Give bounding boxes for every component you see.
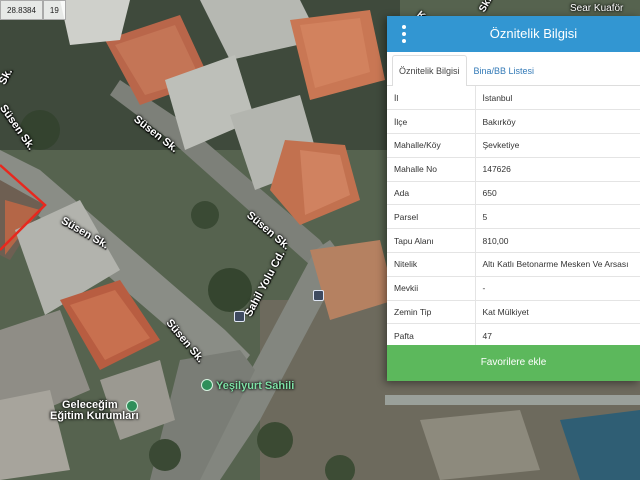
bus-stop-icon[interactable]	[234, 311, 245, 322]
poi-shop-label[interactable]: Sear Kuaför	[570, 3, 623, 14]
poi-beach-label[interactable]: Yeşilyurt Sahili	[216, 380, 294, 392]
bus-stop-icon[interactable]	[313, 290, 324, 301]
attribute-value: -	[475, 275, 640, 301]
table-row: Tapu Alanı 810,00	[387, 228, 640, 253]
attribute-value: Kat Mülkiyet	[475, 299, 640, 324]
attribute-value: 5	[475, 204, 640, 229]
table-row: İlçe Bakırköy	[387, 109, 640, 134]
attribute-value: 650	[475, 180, 640, 205]
table-row: Parsel 5	[387, 204, 640, 229]
zoom-value: 19	[42, 0, 66, 20]
poi-school-label-line2[interactable]: Eğitim Kurumları	[50, 410, 139, 422]
panel-title: Öznitelik Bilgisi	[489, 26, 578, 41]
panel-tabs: Öznitelik Bilgisi Bina/BB Listesi	[387, 52, 640, 86]
longitude-value: 28.8384	[0, 0, 43, 20]
coordinate-readout: 28.8384 19	[0, 0, 66, 20]
attribute-key: Mahalle/Köy	[387, 133, 476, 158]
attribute-key: Mevkii	[387, 275, 476, 301]
attribute-table: İl İstanbul İlçe Bakırköy Mahalle/Köy Şevke…	[387, 86, 640, 348]
table-row: Mahalle/Köy Şevketiye	[387, 133, 640, 158]
attribute-value: 810,00	[475, 228, 640, 253]
attribute-key: Zemin Tip	[387, 299, 476, 324]
attribute-panel: Öznitelik Bilgisi Öznitelik Bilgisi Bina…	[387, 16, 640, 381]
beach-pin-icon[interactable]	[201, 379, 213, 391]
table-row: Mahalle No 147626	[387, 156, 640, 182]
attribute-key: Tapu Alanı	[387, 228, 476, 253]
attribute-key: Ada	[387, 180, 476, 205]
table-row: Zemin Tip Kat Mülkiyet	[387, 299, 640, 324]
table-row: Mevkii -	[387, 275, 640, 301]
tab-attribute-info[interactable]: Öznitelik Bilgisi	[392, 55, 467, 86]
attribute-value: Şevketiye	[475, 133, 640, 158]
attribute-value: 147626	[475, 156, 640, 182]
attribute-key: İl	[387, 86, 476, 110]
attribute-value: Bakırköy	[475, 109, 640, 134]
kebab-menu-icon[interactable]	[399, 25, 409, 43]
table-row: Nitelik Altı Katlı Betonarme Mesken Ve Ar…	[387, 252, 640, 277]
attribute-value: Altı Katlı Betonarme Mesken Ve Arsası	[475, 252, 640, 277]
panel-header: Öznitelik Bilgisi	[387, 16, 640, 52]
attribute-key: Mahalle No	[387, 156, 476, 182]
add-to-favorites-button[interactable]: Favorilere ekle	[387, 345, 640, 381]
attribute-key: Nitelik	[387, 252, 476, 277]
table-row: İl İstanbul	[387, 86, 640, 110]
attribute-value: İstanbul	[482, 92, 513, 103]
tab-building-list[interactable]: Bina/BB Listesi	[467, 55, 542, 85]
table-row: Ada 650	[387, 180, 640, 205]
attribute-key: İlçe	[387, 109, 476, 134]
attribute-key: Parsel	[387, 204, 476, 229]
